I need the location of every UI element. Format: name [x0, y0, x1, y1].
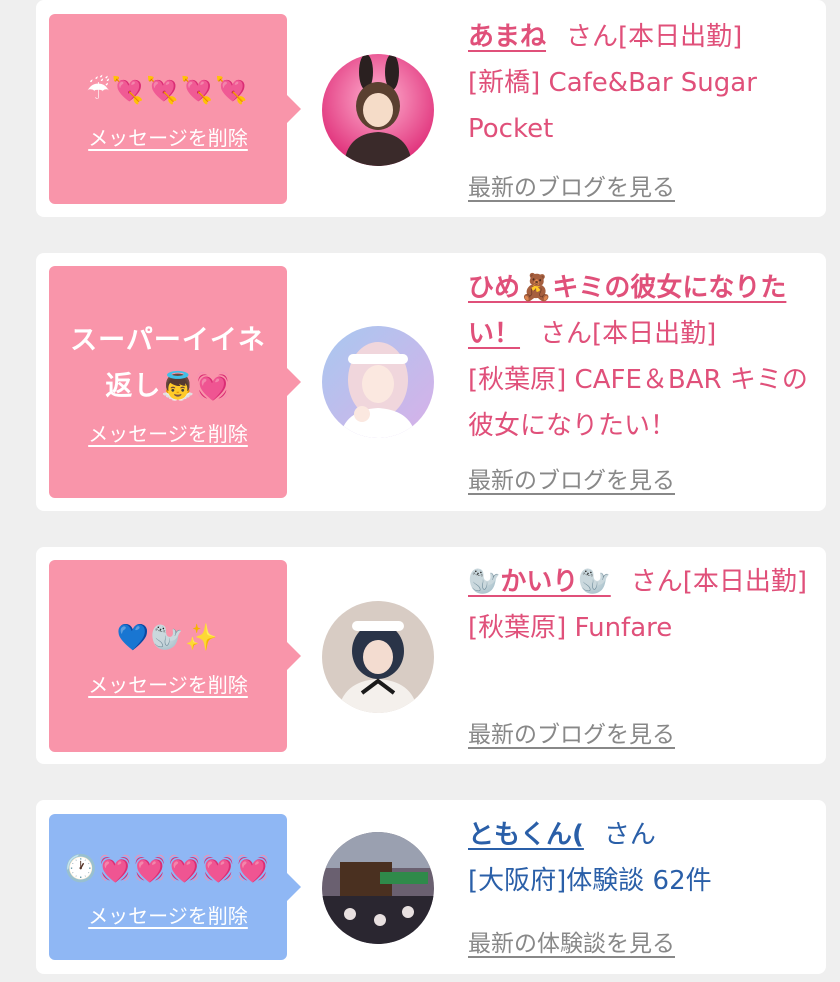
delete-message-link[interactable]: メッセージを削除 [88, 122, 248, 151]
message-bubble: 💙🦭✨ メッセージを削除 [49, 560, 301, 752]
entry-info: あまね さん[本日出勤] [新橋] Cafe&Bar Sugar Pocket [468, 14, 818, 152]
user-suffix: さん[本日出勤] [566, 22, 743, 52]
shop-info: [秋葉原] Funfare [468, 613, 673, 643]
user-suffix: さん[本日出勤] [630, 567, 808, 597]
message-text: スーパーイイネ返し👼💓 [70, 324, 266, 402]
message-text: 🕐💓💓💓💓💓 [64, 853, 272, 884]
message-bubble: スーパーイイネ返し👼💓 メッセージを削除 [49, 266, 301, 498]
avatar-photo-icon [322, 54, 434, 166]
user-suffix: さん [603, 820, 656, 850]
message-card: スーパーイイネ返し👼💓 メッセージを削除 ひめ🧸キミの彼女になりたい！ さん[本日… [36, 253, 826, 511]
delete-message-link[interactable]: メッセージを削除 [88, 669, 248, 698]
blog-link[interactable]: 最新のブログを見る [468, 715, 675, 749]
message-text: 💙🦭✨ [116, 622, 220, 653]
user-name-link[interactable]: ともくん( [468, 820, 584, 850]
shop-info: [新橋] Cafe&Bar Sugar Pocket [468, 68, 757, 144]
avatar-photo-icon [322, 326, 434, 438]
delete-message-link[interactable]: メッセージを削除 [88, 900, 248, 929]
avatar-photo-icon [322, 601, 434, 713]
blog-link[interactable]: 最新の体験談を見る [468, 924, 675, 958]
message-text: ☔💘💘💘💘 [86, 75, 250, 106]
blog-link[interactable]: 最新のブログを見る [468, 168, 675, 202]
entry-info: 🦭かいり🦭 さん[本日出勤] [秋葉原] Funfare [468, 559, 818, 651]
message-card: 💙🦭✨ メッセージを削除 🦭かいり🦭 さん[本日出勤] [秋葉原] Funfare… [36, 547, 826, 764]
user-name-link[interactable]: 🦭かいり🦭 [468, 567, 611, 597]
message-bubble: ☔💘💘💘💘 メッセージを削除 [49, 14, 301, 204]
entry-info: ともくん( さん [大阪府]体験談 62件 [468, 812, 818, 904]
user-suffix: さん[本日出勤] [540, 319, 717, 349]
blog-link[interactable]: 最新のブログを見る [468, 461, 675, 495]
avatar[interactable] [322, 54, 434, 166]
message-bubble: 🕐💓💓💓💓💓 メッセージを削除 [49, 814, 301, 960]
message-card: 🕐💓💓💓💓💓 メッセージを削除 ともくん( さん [大阪府]体験談 62件 最新の… [36, 800, 826, 974]
user-name-link[interactable]: あまね [468, 22, 546, 52]
shop-info: [大阪府]体験談 62件 [468, 866, 712, 896]
shop-info: [秋葉原] CAFE＆BAR キミの彼女になりたい！ [468, 365, 808, 441]
avatar[interactable] [322, 326, 434, 438]
avatar[interactable] [322, 601, 434, 713]
entry-info: ひめ🧸キミの彼女になりたい！ さん[本日出勤] [秋葉原] CAFE＆BAR キミ… [468, 265, 818, 449]
message-card: ☔💘💘💘💘 メッセージを削除 あまね さん[本日出勤] [新橋] Cafe&Bar… [36, 0, 826, 217]
avatar[interactable] [322, 832, 434, 944]
delete-message-link[interactable]: メッセージを削除 [88, 418, 248, 447]
avatar-photo-icon [322, 832, 434, 944]
